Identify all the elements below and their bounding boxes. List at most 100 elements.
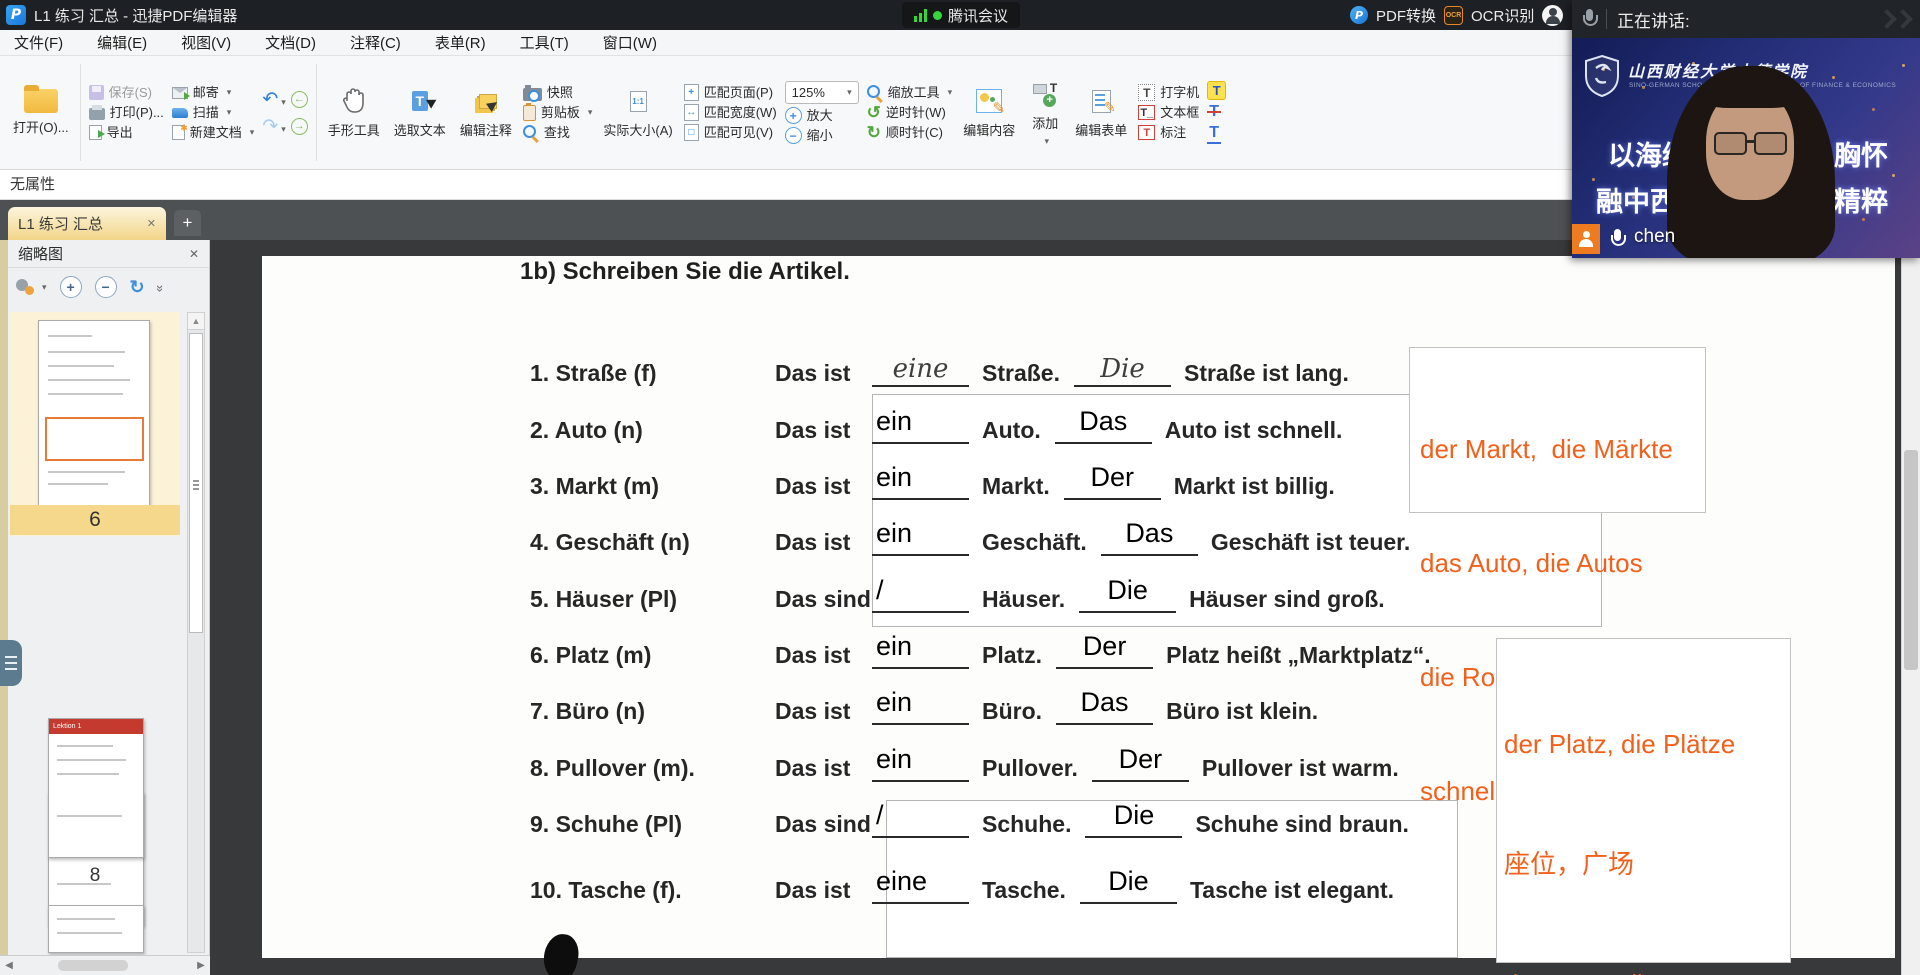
edit-content-button[interactable]: 编辑内容 — [956, 58, 1022, 167]
edit-annotation-button[interactable]: 编辑注释 — [453, 58, 519, 167]
typed-answer[interactable]: Der — [1090, 462, 1134, 498]
select-text-button[interactable]: T 选取文本 — [387, 58, 453, 167]
menu-window[interactable]: 窗口(W) — [603, 32, 657, 53]
mail-button[interactable]: 邮寄 — [172, 84, 255, 101]
typed-answer[interactable]: ein — [872, 406, 912, 442]
thumbnail-options-button[interactable] — [16, 279, 47, 296]
account-icon[interactable] — [1542, 5, 1563, 26]
document-canvas[interactable]: 1b) Schreiben Sie die Artikel. 1. Straße… — [210, 240, 1920, 975]
thumbnail-zoom-in-button[interactable]: + — [60, 276, 82, 298]
underline-text-button[interactable]: T — [1207, 124, 1226, 144]
back-button[interactable]: ← — [291, 91, 308, 108]
print-button[interactable]: 打印(P)... — [89, 104, 164, 121]
new-document-button[interactable]: 新建文档 — [172, 124, 255, 141]
tab-l1-exercises[interactable]: L1 练习 汇总 ✕ — [8, 207, 166, 240]
collapse-chevron-icon[interactable]: » — [153, 284, 168, 289]
page-number-6[interactable]: 6 — [10, 505, 180, 535]
tencent-meeting-pill[interactable]: 腾讯会议 — [902, 2, 1020, 28]
typed-answer[interactable]: ein — [872, 462, 912, 498]
export-icon — [89, 125, 102, 140]
menu-comment[interactable]: 注释(C) — [350, 32, 401, 53]
save-button[interactable]: 保存(S) — [89, 84, 164, 101]
scroll-up-arrow-icon[interactable]: ▲ — [188, 313, 204, 330]
typed-answer[interactable]: Das — [1125, 518, 1173, 554]
zoom-level-select[interactable]: 125%▾ — [785, 81, 859, 104]
typed-answer[interactable]: ein — [872, 518, 912, 554]
fit-width-button[interactable]: ↔匹配宽度(W) — [684, 104, 777, 121]
typed-answer[interactable]: ein — [872, 631, 912, 667]
vocab-note-bottom[interactable]: der Platz, die Plätze 座位，广场 das Büro, di… — [1496, 638, 1791, 963]
textbox-button[interactable]: T_文本框 — [1138, 104, 1199, 121]
open-button[interactable]: 打开(O)... — [6, 58, 76, 167]
callout-button[interactable]: T标注 — [1138, 124, 1199, 141]
typed-answer[interactable]: Die — [1107, 575, 1148, 611]
typed-answer[interactable]: Die — [1114, 800, 1155, 836]
sidebar-hscroll-thumb[interactable] — [58, 960, 128, 971]
new-tab-button[interactable]: + — [174, 210, 201, 236]
forward-button[interactable]: → — [291, 118, 308, 135]
fit-visible-button[interactable]: □匹配可见(V) — [684, 124, 777, 141]
typed-answer[interactable]: / — [872, 575, 884, 611]
menu-view[interactable]: 视图(V) — [181, 32, 231, 53]
typed-answer[interactable]: ein — [872, 687, 912, 723]
panel-toggle-button[interactable] — [0, 640, 22, 686]
slogan-line2-right: 精粹 — [1834, 180, 1888, 219]
typewriter-button[interactable]: T打字机 — [1138, 84, 1199, 101]
menu-form[interactable]: 表单(R) — [435, 32, 486, 53]
typed-answer[interactable]: Das — [1079, 406, 1127, 442]
snapshot-button[interactable]: 快照 — [523, 84, 593, 101]
rotate-cw-button[interactable]: ↻顺时针(C) — [867, 124, 953, 141]
sidebar-horizontal-scrollbar[interactable]: ◀ ▶ — [0, 955, 210, 975]
sidebar-close-icon[interactable]: ✕ — [189, 247, 199, 261]
thumbnail-zoom-out-button[interactable]: − — [95, 276, 117, 298]
thumbnail-page-8[interactable]: Lektion 1 — [48, 718, 144, 858]
redo-button[interactable]: ↷ — [262, 117, 285, 136]
hand-tool-button[interactable]: 手形工具 — [321, 58, 387, 167]
fit-page-button[interactable]: +匹配页面(P) — [684, 84, 777, 101]
typed-answer[interactable]: Die — [1108, 866, 1149, 902]
scroll-left-arrow-icon[interactable]: ◀ — [0, 960, 18, 971]
edit-form-button[interactable]: 编辑表单 — [1068, 58, 1134, 167]
typed-answer[interactable]: / — [872, 800, 884, 836]
pdf-convert-button[interactable]: PDF转换 — [1376, 5, 1436, 26]
actual-size-button[interactable]: 1:1 实际大小(A) — [596, 58, 679, 167]
rotate-ccw-button[interactable]: ↺逆时针(W) — [867, 104, 953, 121]
titlebar-right-tools: P PDF转换 OCR OCR识别 — [1350, 0, 1563, 30]
typed-answer[interactable]: eine — [872, 866, 927, 902]
menu-file[interactable]: 文件(F) — [14, 32, 63, 53]
document-scroll-thumb[interactable] — [1904, 450, 1918, 670]
strikethrough-text-button[interactable]: T — [1207, 103, 1226, 121]
zoom-in-button[interactable]: +放大 — [785, 107, 859, 124]
typed-answer[interactable]: ein — [872, 744, 912, 780]
scan-button[interactable]: 扫描 — [172, 104, 255, 121]
scroll-right-arrow-icon[interactable]: ▶ — [192, 960, 210, 971]
add-button[interactable]: 添加 — [1022, 58, 1068, 167]
exercise-row-10: 10. Tasche (f). Das ist eine Tasche. Die… — [530, 870, 1394, 904]
vocab-note-top[interactable]: der Markt, die Märkte das Auto, die Auto… — [1409, 347, 1706, 513]
menu-tools[interactable]: 工具(T) — [520, 32, 569, 53]
document-vertical-scrollbar[interactable] — [1901, 240, 1920, 975]
typed-answer[interactable]: Das — [1081, 687, 1129, 723]
menu-document[interactable]: 文档(D) — [265, 32, 316, 53]
undo-button[interactable]: ↶ — [262, 90, 285, 109]
page-number-8[interactable]: 8 — [10, 865, 180, 887]
highlight-text-button[interactable]: T — [1207, 81, 1226, 100]
find-button[interactable]: 查找 — [523, 124, 593, 141]
rotate-page-icon[interactable]: ↻ — [130, 277, 145, 298]
zoom-tool-button[interactable]: 缩放工具 — [867, 84, 953, 101]
exercise-row-8: 8. Pullover (m). Das ist ein Pullover. D… — [530, 748, 1399, 782]
sidebar-scroll-thumb[interactable] — [189, 333, 203, 633]
typed-answer[interactable]: Der — [1119, 744, 1163, 780]
menu-edit[interactable]: 编辑(E) — [97, 32, 147, 53]
clipboard-button[interactable]: 剪贴板 — [523, 104, 593, 121]
sidebar-vertical-scrollbar[interactable]: ▲ — [187, 312, 205, 953]
thumbnail-page-9-partial[interactable] — [48, 905, 144, 953]
fit-width-icon: ↔ — [684, 104, 699, 121]
zoom-out-button[interactable]: −缩小 — [785, 127, 859, 144]
ocr-button[interactable]: OCR识别 — [1471, 5, 1534, 26]
tab-close-icon[interactable]: ✕ — [147, 217, 156, 230]
thumbnail-page-6[interactable] — [10, 312, 180, 536]
typed-answer[interactable]: Der — [1083, 631, 1127, 667]
meeting-overlay-window[interactable]: 正在讲话: 山西财经大学中德学院 SINO-GERMAN SCHOOL OF S… — [1572, 0, 1920, 258]
export-button[interactable]: 导出 — [89, 124, 164, 141]
